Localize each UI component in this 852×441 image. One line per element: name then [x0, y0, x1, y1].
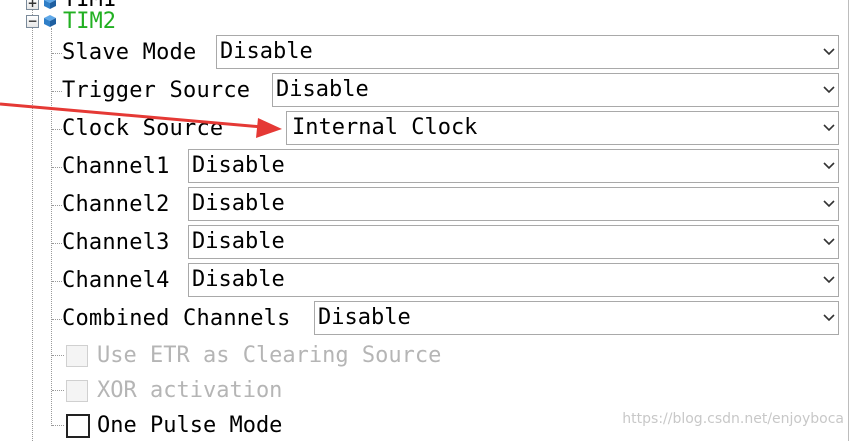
- tree-branch: [52, 425, 64, 426]
- tree-branch: [52, 319, 62, 320]
- clock-source-select[interactable]: Internal Clock: [286, 111, 839, 145]
- channel2-label: Channel2: [62, 192, 170, 217]
- channel4-select[interactable]: Disable: [188, 263, 839, 297]
- channel1-select[interactable]: Disable: [188, 149, 839, 183]
- xor-activation-label: XOR activation: [97, 378, 283, 403]
- use-etr-clearing-label: Use ETR as Clearing Source: [97, 343, 442, 368]
- tree-branch: [52, 243, 62, 244]
- slave-mode-select[interactable]: Disable: [216, 35, 839, 69]
- chevron-down-icon[interactable]: [820, 150, 838, 182]
- tree-branch: [52, 390, 64, 391]
- channel1-value: Disable: [192, 153, 285, 178]
- combined-channels-select[interactable]: Disable: [314, 301, 839, 335]
- chevron-down-icon[interactable]: [820, 74, 838, 106]
- chevron-down-icon[interactable]: [820, 226, 838, 258]
- tim2-collapse-button[interactable]: −: [26, 15, 39, 28]
- trigger-source-select[interactable]: Disable: [272, 73, 839, 107]
- chevron-down-icon[interactable]: [820, 188, 838, 220]
- clock-source-value: Internal Clock: [292, 115, 478, 140]
- tim1-expand-button[interactable]: +: [26, 0, 39, 10]
- tree-branch: [52, 355, 64, 356]
- plus-box-icon: +: [27, 0, 38, 10]
- combined-channels-label: Combined Channels: [62, 306, 291, 331]
- use-etr-clearing-checkbox: [66, 345, 88, 367]
- minus-box-icon: −: [27, 14, 38, 28]
- clock-source-label: Clock Source: [62, 116, 224, 141]
- chevron-down-icon[interactable]: [820, 302, 838, 334]
- channel2-value: Disable: [192, 191, 285, 216]
- tree-branch: [52, 53, 62, 54]
- tree-line-tim2: [51, 28, 52, 426]
- channel3-value: Disable: [192, 229, 285, 254]
- chevron-down-icon[interactable]: [820, 36, 838, 68]
- channel3-label: Channel3: [62, 230, 170, 255]
- xor-activation-checkbox: [66, 380, 88, 402]
- watermark-text: https://blog.csdn.net/enjoyboca: [622, 411, 844, 427]
- trigger-source-label: Trigger Source: [62, 78, 251, 103]
- tree-branch: [52, 91, 62, 92]
- channel4-label: Channel4: [62, 268, 170, 293]
- slave-mode-value: Disable: [220, 39, 313, 64]
- tree-line-root: [32, 0, 33, 441]
- tree-branch: [52, 205, 62, 206]
- one-pulse-mode-label[interactable]: One Pulse Mode: [97, 411, 282, 441]
- trigger-source-value: Disable: [276, 77, 369, 102]
- tree-branch: [52, 129, 62, 130]
- combined-channels-value: Disable: [318, 305, 411, 330]
- tree-node-tim2[interactable]: TIM2: [63, 9, 116, 35]
- cube-icon: [44, 0, 56, 9]
- chevron-down-icon[interactable]: [820, 264, 838, 296]
- tree-branch: [52, 281, 62, 282]
- cube-icon: [44, 15, 56, 27]
- channel2-select[interactable]: Disable: [188, 187, 839, 221]
- slave-mode-label: Slave Mode: [62, 40, 197, 65]
- channel1-label: Channel1: [62, 154, 170, 179]
- tree-branch: [52, 167, 62, 168]
- chevron-down-icon[interactable]: [820, 112, 838, 144]
- channel4-value: Disable: [192, 267, 285, 292]
- one-pulse-mode-checkbox[interactable]: [66, 414, 90, 438]
- panel-right-border: [848, 0, 849, 441]
- channel3-select[interactable]: Disable: [188, 225, 839, 259]
